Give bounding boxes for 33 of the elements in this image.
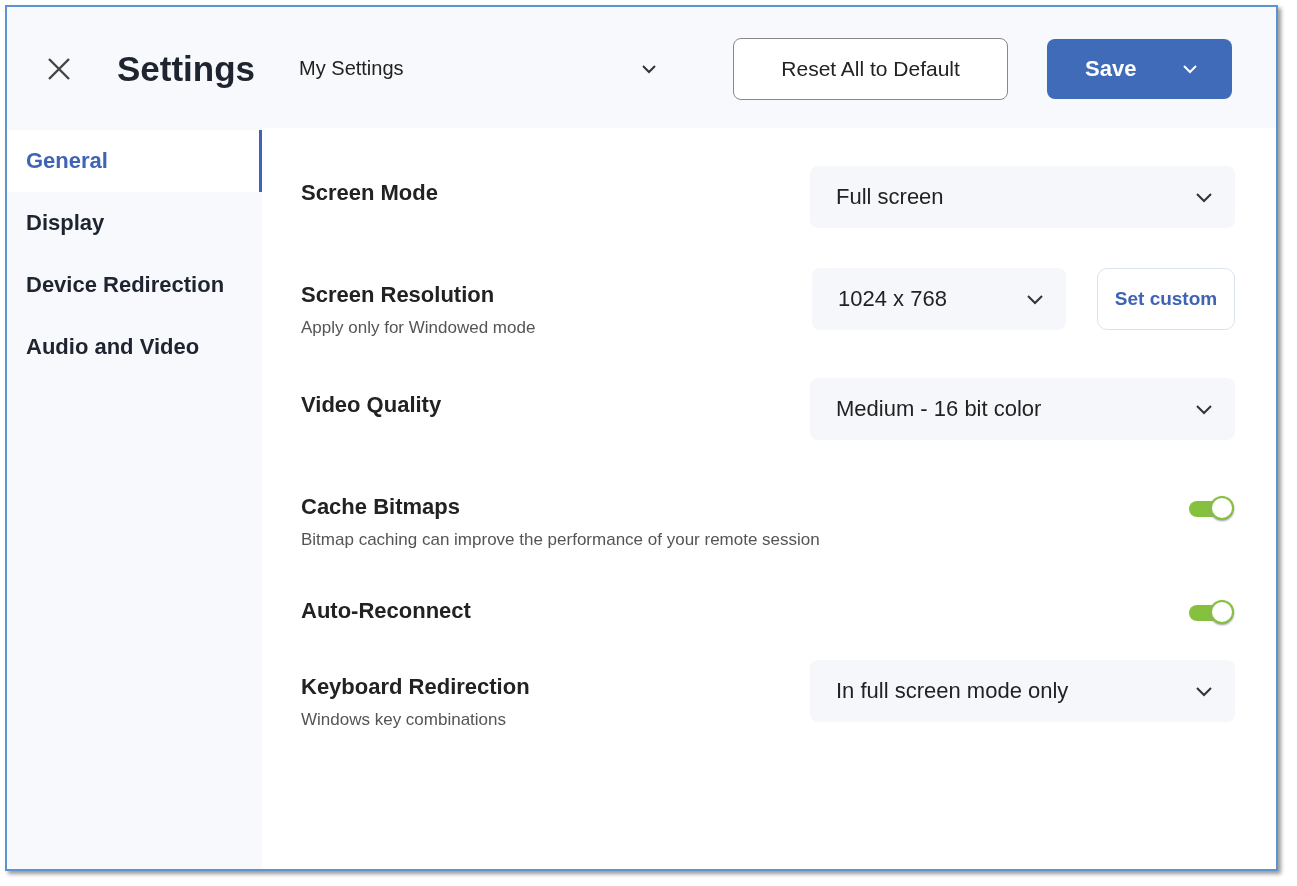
profile-select[interactable]: My Settings: [299, 57, 658, 80]
dropdown[interactable]: Medium - 16 bit color: [810, 378, 1235, 440]
chevron-down-icon: [641, 63, 658, 74]
chevron-down-icon: [1026, 293, 1044, 305]
window-title: Settings: [117, 48, 256, 89]
sidebar-item[interactable]: Display: [7, 192, 262, 254]
close-icon[interactable]: [47, 56, 71, 81]
chevron-down-icon: [1195, 191, 1213, 203]
setting-label: Cache Bitmaps: [301, 494, 461, 520]
chevron-down-icon: [1195, 403, 1213, 415]
setting-label: Video Quality: [301, 392, 443, 418]
setting-label: Keyboard Redirection: [301, 674, 531, 700]
setting-description: Windows key combinations: [301, 710, 508, 730]
toggle-switch[interactable]: [1189, 600, 1235, 626]
sidebar-item[interactable]: General: [7, 130, 262, 192]
dropdown[interactable]: In full screen mode only: [810, 660, 1235, 722]
toggle-knob: [1210, 600, 1234, 624]
set-custom-button[interactable]: Set custom: [1097, 268, 1235, 330]
chevron-down-icon: [1182, 63, 1199, 74]
sidebar-item[interactable]: Device Redirection: [7, 254, 262, 316]
setting-label: Screen Mode: [301, 180, 439, 206]
reset-button[interactable]: Reset All to Default: [733, 37, 1009, 100]
setting-description: Apply only for Windowed mode: [301, 318, 537, 338]
setting-description: Bitmap caching can improve the performance of your remote session: [301, 530, 821, 550]
toggle-switch[interactable]: [1189, 496, 1235, 522]
setting-label: Auto-Reconnect: [301, 598, 472, 624]
toggle-knob: [1210, 496, 1234, 520]
save-button[interactable]: Save: [1047, 38, 1233, 99]
dropdown[interactable]: Full screen: [810, 166, 1235, 228]
sidebar-item[interactable]: Audio and Video: [7, 316, 262, 378]
setting-label: Screen Resolution: [301, 282, 496, 308]
dropdown[interactable]: 1024 x 768: [812, 268, 1066, 330]
chevron-down-icon: [1195, 685, 1213, 697]
